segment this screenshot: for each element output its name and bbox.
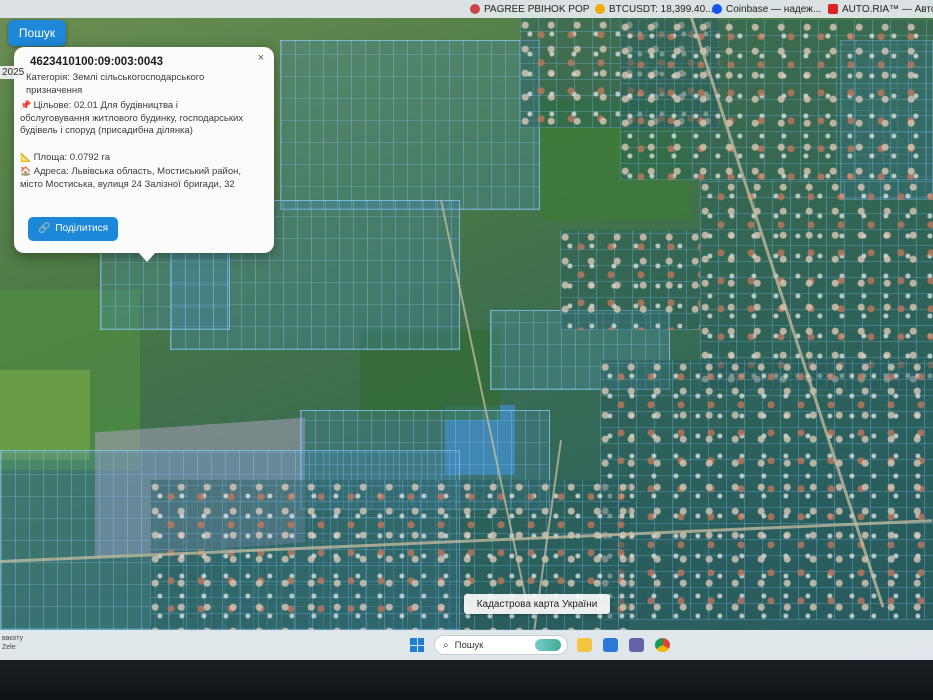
file-explorer-icon[interactable] xyxy=(577,638,592,652)
area-text: Площа: 0.0792 га xyxy=(33,152,111,163)
widget-icon xyxy=(535,639,561,651)
category-text: Категорія: Землі сільськогосподарського … xyxy=(26,72,205,96)
bookmark-item[interactable]: AUTO.RIA™ — Авто... xyxy=(828,0,933,18)
taskbar-left-text: ваєкту Zele xyxy=(2,634,23,652)
bookmark-label: AUTO.RIA™ — Авто... xyxy=(842,3,933,15)
search-icon: ⌕ xyxy=(443,639,449,651)
search-button-label: Пошук xyxy=(18,26,56,40)
close-icon[interactable]: × xyxy=(258,52,264,65)
purpose-text: Цільове: 02.01 Для будівництва і обслуго… xyxy=(20,100,244,136)
windows-taskbar: ваєкту Zele ⌕ Пошук xyxy=(0,630,933,660)
bookmark-icon xyxy=(470,4,480,14)
purpose-row: 📌 Цільове: 02.01 Для будівництва і обслу… xyxy=(20,99,245,138)
taskbar-search-input[interactable]: ⌕ Пошук xyxy=(434,635,568,655)
date-fragment: 2025 xyxy=(0,66,27,79)
chrome-icon[interactable] xyxy=(655,638,670,652)
teams-icon[interactable] xyxy=(629,638,644,652)
bookmarks-bar: PAGREE PBIHOK POP BTCUSDT: 18,399.40... … xyxy=(0,0,933,18)
taskbar-left-line-1: ваєкту xyxy=(2,635,24,642)
bookmark-item[interactable]: BTCUSDT: 18,399.40... xyxy=(595,0,714,18)
coinbase-icon xyxy=(712,4,722,14)
area-row: 📐 Площа: 0.0792 га xyxy=(20,151,232,165)
category-row: Категорія: Землі сільськогосподарського … xyxy=(26,72,246,97)
pin-icon: 📌 xyxy=(20,100,32,110)
share-button-label: Поділитися xyxy=(55,222,109,234)
taskbar-search-placeholder: Пошук xyxy=(454,639,484,651)
cadastral-number: 4623410100:09:003:0043 xyxy=(30,56,164,68)
start-icon[interactable] xyxy=(410,638,424,652)
house-icon: 🏠 xyxy=(20,166,32,176)
monitor-bezel xyxy=(0,660,933,700)
map-title-label: Кадастрова карта України xyxy=(464,594,610,614)
share-button[interactable]: 🔗 Поділитися xyxy=(28,217,118,241)
autoria-icon xyxy=(828,4,838,14)
bookmark-label: Coinbase — надеж... xyxy=(726,3,822,15)
bookmark-item[interactable]: PAGREE PBIHOK POP xyxy=(470,0,589,18)
store-icon[interactable] xyxy=(603,638,618,652)
bookmark-label: BTCUSDT: 18,399.40... xyxy=(609,3,714,15)
taskbar-left-line-2: Zele xyxy=(2,644,16,651)
parcel-info-popup: 4623410100:09:003:0043 × Категорія: Земл… xyxy=(14,47,274,262)
ruler-icon: 📐 xyxy=(20,152,32,162)
search-button[interactable]: Пошук xyxy=(8,20,66,46)
address-row: 🏠 Адреса: Львівська область, Мостиський … xyxy=(20,165,245,191)
link-icon: 🔗 xyxy=(37,222,51,234)
address-text: Адреса: Львівська область, Мостиський ра… xyxy=(20,166,241,190)
monitor-screen: PAGREE PBIHOK POP BTCUSDT: 18,399.40... … xyxy=(0,0,933,660)
bookmark-item[interactable]: Coinbase — надеж... xyxy=(712,0,821,18)
btc-icon xyxy=(595,4,605,14)
bookmark-label: PAGREE PBIHOK POP xyxy=(484,3,590,15)
